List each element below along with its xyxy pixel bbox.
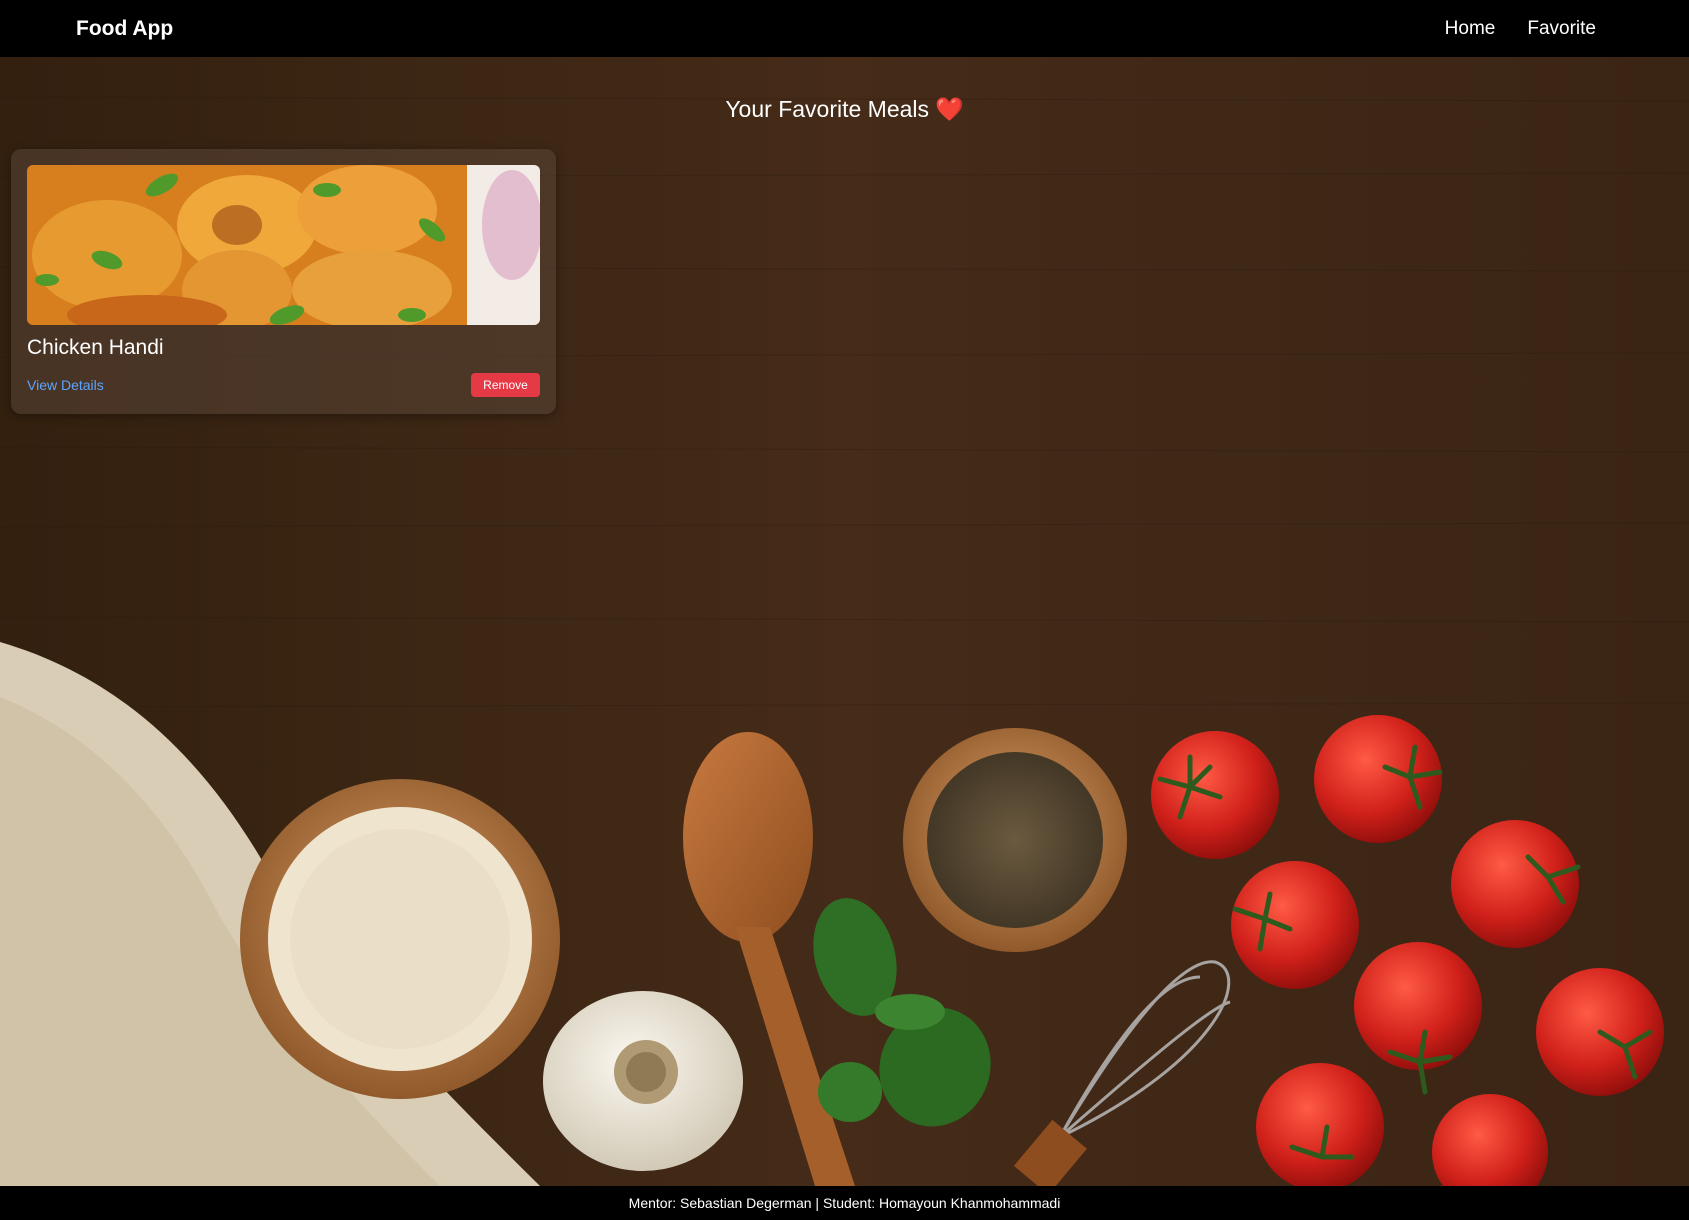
remove-button[interactable]: Remove [471, 373, 540, 397]
top-navbar: Food App Home Favorite [0, 0, 1689, 57]
view-details-link[interactable]: View Details [27, 377, 104, 393]
page-title-text: Your Favorite Meals [725, 96, 930, 122]
app-brand[interactable]: Food App [76, 17, 173, 41]
heart-icon: ❤️ [935, 96, 964, 122]
page-title: Your Favorite Meals ❤️ [0, 96, 1689, 123]
nav-links: Home Favorite [1445, 18, 1596, 40]
favorite-meal-card: Chicken Handi View Details Remove [11, 149, 556, 414]
meal-image [27, 165, 540, 325]
nav-favorite-link[interactable]: Favorite [1527, 18, 1596, 40]
meal-name: Chicken Handi [27, 336, 164, 359]
nav-home-link[interactable]: Home [1445, 18, 1496, 40]
footer-credits: Mentor: Sebastian Degerman | Student: Ho… [628, 1195, 1061, 1211]
footer: Mentor: Sebastian Degerman | Student: Ho… [0, 1186, 1689, 1220]
